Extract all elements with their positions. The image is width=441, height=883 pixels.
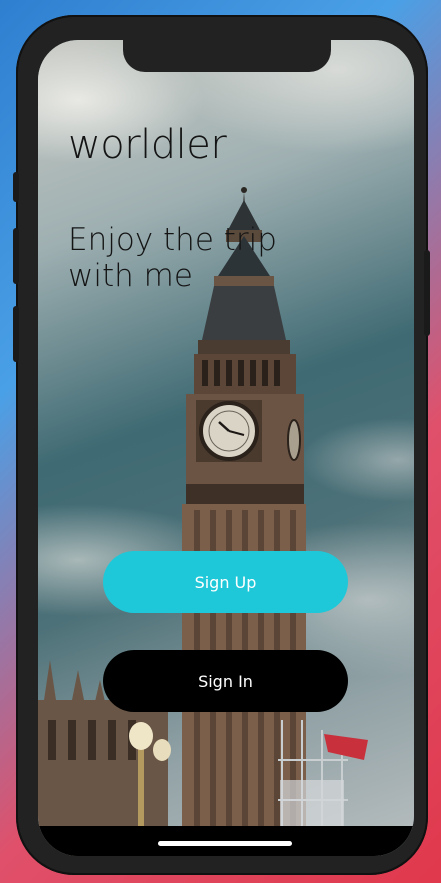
app-screen: worldler Enjoy the trip with me Sign Up … bbox=[38, 40, 414, 856]
tagline-line-2: with me bbox=[68, 258, 193, 294]
home-indicator[interactable] bbox=[158, 841, 292, 846]
sign-in-button[interactable]: Sign In bbox=[103, 650, 348, 712]
volume-up-button bbox=[13, 172, 19, 202]
bottom-bar bbox=[38, 826, 414, 856]
volume-down-button bbox=[13, 228, 19, 284]
power-button bbox=[424, 250, 430, 336]
tagline: Enjoy the trip with me bbox=[68, 222, 328, 294]
sign-up-button[interactable]: Sign Up bbox=[103, 551, 348, 613]
app-logo: worldler bbox=[68, 122, 227, 168]
silent-switch bbox=[13, 306, 19, 362]
tagline-line-1: Enjoy the trip bbox=[68, 222, 277, 258]
notch bbox=[123, 40, 331, 72]
